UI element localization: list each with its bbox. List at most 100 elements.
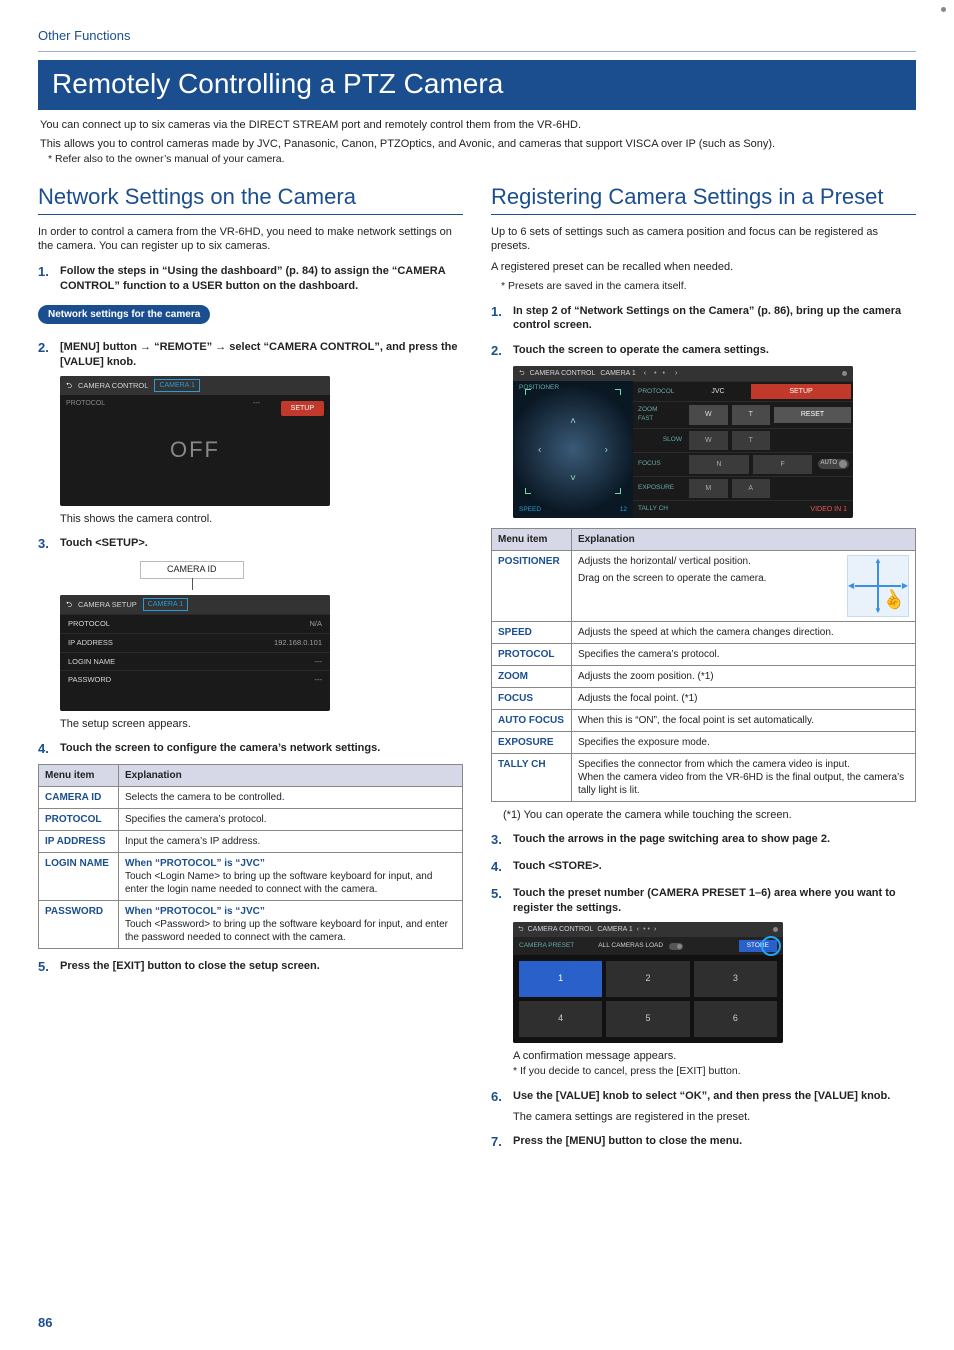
camera-chip[interactable]: CAMERA 1 <box>600 369 635 378</box>
mock-title: CAMERA CONTROL <box>78 381 148 391</box>
footnote: (*1) You can operate the camera while to… <box>503 808 916 822</box>
preset-tile-4[interactable]: 4 <box>519 1001 602 1037</box>
chevron-left-icon[interactable]: ‹ <box>538 443 541 456</box>
page-dots-icon: • • <box>654 369 667 378</box>
camera-control-off-mock: ⮌ CAMERA CONTROL CAMERA 1 PROTOCOL --- S… <box>60 376 330 506</box>
table-row-key: POSITIONER <box>492 551 572 622</box>
chevron-left-icon[interactable]: ‹ <box>641 369 649 378</box>
table-row-value: Input the camera’s IP address. <box>119 831 463 853</box>
camera-chip[interactable]: CAMERA 1 <box>154 379 199 392</box>
step-number: 3. <box>491 832 507 849</box>
preset-label: CAMERA PRESET <box>519 942 574 950</box>
zoom-tele-slow-button[interactable]: T <box>732 431 771 450</box>
subsection-pill: Network settings for the camera <box>38 305 210 324</box>
camera-chip[interactable]: CAMERA 1 <box>597 925 632 934</box>
r-step-3-text: Touch the arrows in the page switching a… <box>513 832 916 847</box>
all-load-label: ALL CAMERAS LOAD <box>598 942 663 950</box>
step-3-text: Touch <SETUP>. <box>60 536 463 551</box>
zoom-tele-fast-button[interactable]: T <box>732 405 771 424</box>
back-icon[interactable]: ⮌ <box>66 381 72 391</box>
tally-value[interactable]: VIDEO IN 1 <box>687 501 853 518</box>
table-row-key: SPEED <box>492 622 572 644</box>
table-row-value: Specifies the exposure mode. <box>572 732 916 754</box>
table-header: Menu item <box>492 529 572 551</box>
table-row-value: Adjusts the focal point. (*1) <box>572 688 916 710</box>
r-step-2-text: Touch the screen to operate the camera s… <box>513 343 916 358</box>
arrow-icon: → <box>140 341 151 353</box>
table-row-value: ▲ ▼ ◀ ▶ ☝ Adjusts the horizontal/ vertic… <box>572 551 916 622</box>
table-header: Menu item <box>39 765 119 787</box>
positioner-pad[interactable]: POSITIONER ˄ ˅ ‹ › SPEED 12 <box>513 381 633 518</box>
preset-tile-2[interactable]: 2 <box>606 961 689 997</box>
network-intro: In order to control a camera from the VR… <box>38 225 463 254</box>
table-header: Explanation <box>572 529 916 551</box>
zoom-wide-slow-button[interactable]: W <box>689 431 728 450</box>
step-number: 3. <box>38 536 54 553</box>
chevron-up-icon[interactable]: ˄ <box>570 415 576 428</box>
focus-near-button[interactable]: N <box>689 455 749 474</box>
r-step-7-text: Press the [MENU] button to close the men… <box>513 1134 916 1149</box>
r-step-1-text: In step 2 of “Network Settings on the Ca… <box>513 304 916 334</box>
camera-control-table: Menu item Explanation POSITIONER ▲ ▼ ◀ ▶… <box>491 528 916 802</box>
preset-tile-6[interactable]: 6 <box>694 1001 777 1037</box>
table-row-key: PROTOCOL <box>492 644 572 666</box>
divider <box>38 51 916 52</box>
table-row-key: LOGIN NAME <box>39 853 119 901</box>
intro-line-1: You can connect up to six cameras via th… <box>40 118 914 132</box>
back-icon[interactable]: ⮌ <box>518 925 524 934</box>
intro-line-2: This allows you to control cameras made … <box>40 137 914 151</box>
arrow-icon: → <box>215 341 226 353</box>
status-dot-icon <box>773 927 778 932</box>
step-2-part-2: “REMOTE” <box>154 341 215 353</box>
chevron-down-icon[interactable]: ˅ <box>570 472 576 485</box>
chevron-right-icon[interactable]: › <box>654 925 656 934</box>
reset-button[interactable]: RESET <box>774 407 851 422</box>
preset-tile-1[interactable]: 1 <box>519 961 602 997</box>
camera-chip[interactable]: CAMERA 1 <box>143 598 188 611</box>
preset-tile-5[interactable]: 5 <box>606 1001 689 1037</box>
step-number: 5. <box>38 959 54 976</box>
setup-row-key[interactable]: IP ADDRESS <box>68 638 113 648</box>
table-row-value: Adjusts the speed at which the camera ch… <box>572 622 916 644</box>
setup-button[interactable]: SETUP <box>281 401 324 416</box>
chevron-left-icon[interactable]: ‹ <box>637 925 639 934</box>
focus-far-button[interactable]: F <box>753 455 813 474</box>
preset-mock: ⮌ CAMERA CONTROL CAMERA 1 ‹ • • › CAMERA… <box>513 922 783 1043</box>
back-icon[interactable]: ⮌ <box>519 369 525 378</box>
table-row-key: AUTO FOCUS <box>492 710 572 732</box>
chevron-right-icon[interactable]: › <box>605 443 608 456</box>
chevron-right-icon[interactable]: › <box>672 369 680 378</box>
step-number: 4. <box>38 741 54 758</box>
r-step-4-text: Touch <STORE>. <box>513 859 916 874</box>
back-icon[interactable]: ⮌ <box>66 600 72 610</box>
table-row-key: ZOOM <box>492 666 572 688</box>
step-number: 2. <box>38 340 54 357</box>
zoom-label: ZOOMFAST <box>633 402 687 427</box>
protocol-value: JVC <box>687 383 749 400</box>
table-row-key: CAMERA ID <box>39 787 119 809</box>
preset-tile-3[interactable]: 3 <box>694 961 777 997</box>
protocol-key: PROTOCOL <box>66 399 105 408</box>
off-label: OFF <box>170 436 220 465</box>
step-number: 5. <box>491 886 507 903</box>
table-row-key: IP ADDRESS <box>39 831 119 853</box>
exposure-m-button[interactable]: M <box>689 479 728 498</box>
zoom-wide-fast-button[interactable]: W <box>689 405 728 424</box>
setup-row-key[interactable]: PASSWORD <box>68 675 111 685</box>
setup-row-key[interactable]: LOGIN NAME <box>68 657 115 667</box>
condition-body: Touch <Login Name> to bring up the softw… <box>125 870 456 896</box>
all-load-toggle[interactable] <box>669 943 683 950</box>
step-4-text: Touch the screen to configure the camera… <box>60 741 463 756</box>
exposure-a-button[interactable]: A <box>732 479 771 498</box>
setup-button[interactable]: SETUP <box>751 384 851 399</box>
setup-row-key[interactable]: PROTOCOL <box>68 619 110 629</box>
callout-camera-id: CAMERA ID <box>140 561 244 579</box>
table-row-key: TALLY CH <box>492 754 572 802</box>
autofocus-toggle[interactable]: AUTO <box>818 459 849 469</box>
speed-value: 12 <box>620 506 627 514</box>
table-row-key: FOCUS <box>492 688 572 710</box>
speed-label: SPEED <box>519 506 541 514</box>
store-button[interactable]: STORE <box>739 940 777 952</box>
step-1-text: Follow the steps in “Using the dashboard… <box>60 264 463 294</box>
protocol-value: --- <box>253 399 260 408</box>
